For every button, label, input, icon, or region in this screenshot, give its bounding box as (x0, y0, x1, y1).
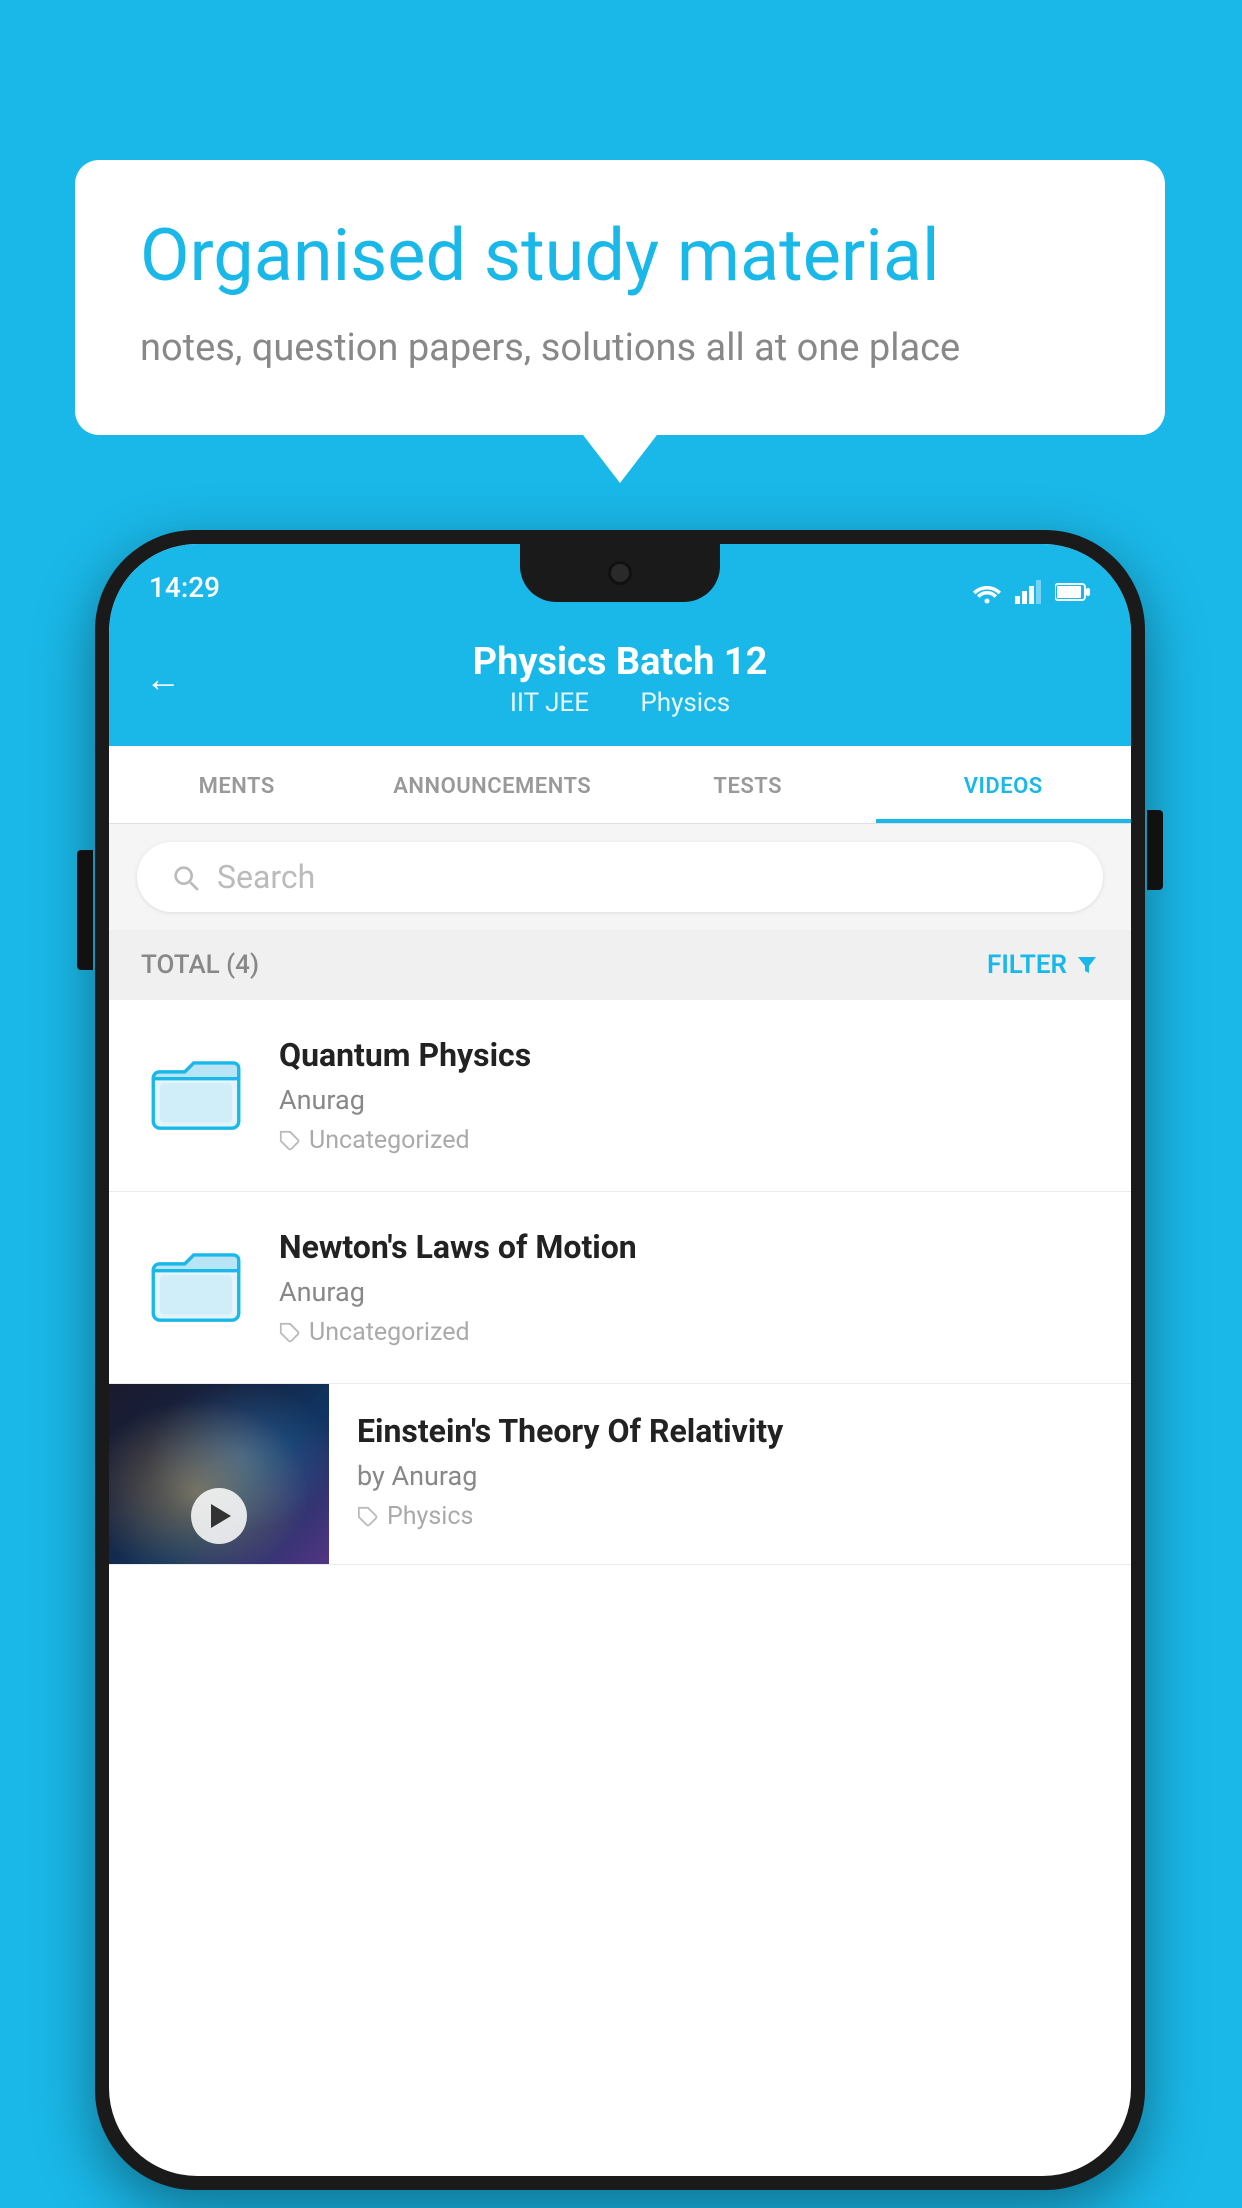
filter-label: FILTER (987, 950, 1067, 980)
folder-thumb-quantum (141, 1036, 251, 1146)
app-header: ← Physics Batch 12 IIT JEE Physics (109, 616, 1131, 746)
search-bar-wrapper: Search (109, 824, 1131, 930)
folder-thumb-newton (141, 1228, 251, 1338)
video-list: Quantum Physics Anurag Uncategorized (109, 1000, 1131, 1565)
list-item[interactable]: Einstein's Theory Of Relativity by Anura… (109, 1384, 1131, 1565)
video-title: Quantum Physics (279, 1036, 1099, 1074)
header-title: Physics Batch 12 (473, 640, 768, 684)
status-time: 14:29 (149, 571, 220, 604)
video-author: Anurag (279, 1084, 1099, 1116)
header-subtitle: IIT JEE Physics (473, 688, 768, 718)
header-subtitle-part1: IIT JEE (510, 688, 589, 718)
tag-icon (279, 1322, 301, 1344)
folder-icon (151, 1238, 241, 1328)
play-button[interactable] (191, 1488, 247, 1544)
wifi-icon (971, 580, 1003, 604)
video-tag: Uncategorized (279, 1318, 1099, 1347)
video-info-quantum: Quantum Physics Anurag Uncategorized (279, 1036, 1099, 1155)
tag-icon (357, 1506, 379, 1528)
video-title: Einstein's Theory Of Relativity (357, 1412, 1099, 1450)
tab-ments[interactable]: MENTS (109, 746, 365, 823)
tag-icon (279, 1130, 301, 1152)
speech-bubble-heading: Organised study material (140, 215, 1100, 298)
tag-label: Uncategorized (309, 1126, 470, 1155)
total-count-label: TOTAL (4) (141, 950, 259, 980)
speech-bubble-container: Organised study material notes, question… (75, 160, 1165, 435)
video-thumbnail-einstein (109, 1384, 329, 1564)
header-title-block: Physics Batch 12 IIT JEE Physics (473, 640, 768, 718)
search-icon (169, 861, 201, 893)
tab-tests[interactable]: TESTS (620, 746, 876, 823)
phone-inner: 14:29 (109, 544, 1131, 2176)
list-item[interactable]: Newton's Laws of Motion Anurag Uncategor… (109, 1192, 1131, 1384)
video-author: Anurag (279, 1276, 1099, 1308)
status-icons (971, 580, 1091, 604)
video-info-einstein: Einstein's Theory Of Relativity by Anura… (357, 1384, 1099, 1559)
speech-bubble-subtext: notes, question papers, solutions all at… (140, 326, 1100, 370)
phone-mockup: 14:29 (95, 530, 1145, 2190)
back-button[interactable]: ← (145, 658, 181, 700)
video-author: by Anurag (357, 1460, 1099, 1492)
signal-icon (1015, 580, 1043, 604)
header-subtitle-separator (611, 688, 624, 718)
video-info-newton: Newton's Laws of Motion Anurag Uncategor… (279, 1228, 1099, 1347)
play-triangle-icon (211, 1504, 231, 1528)
camera (608, 561, 632, 585)
search-input-wrapper[interactable]: Search (137, 842, 1103, 912)
filter-funnel-icon (1075, 953, 1099, 977)
filter-bar: TOTAL (4) FILTER (109, 930, 1131, 1000)
filter-button[interactable]: FILTER (987, 950, 1099, 980)
video-tag: Uncategorized (279, 1126, 1099, 1155)
video-title: Newton's Laws of Motion (279, 1228, 1099, 1266)
speech-bubble: Organised study material notes, question… (75, 160, 1165, 435)
list-item[interactable]: Quantum Physics Anurag Uncategorized (109, 1000, 1131, 1192)
tag-label: Uncategorized (309, 1318, 470, 1347)
tag-label: Physics (387, 1502, 473, 1531)
phone-outer: 14:29 (95, 530, 1145, 2190)
battery-icon (1055, 582, 1091, 602)
search-input[interactable]: Search (217, 858, 315, 896)
folder-icon (151, 1046, 241, 1136)
tab-videos[interactable]: VIDEOS (876, 746, 1132, 823)
video-tag: Physics (357, 1502, 1099, 1531)
header-subtitle-part2: Physics (640, 688, 730, 718)
phone-notch (520, 544, 720, 602)
tab-announcements[interactable]: ANNOUNCEMENTS (365, 746, 621, 823)
tabs-bar: MENTS ANNOUNCEMENTS TESTS VIDEOS (109, 746, 1131, 824)
